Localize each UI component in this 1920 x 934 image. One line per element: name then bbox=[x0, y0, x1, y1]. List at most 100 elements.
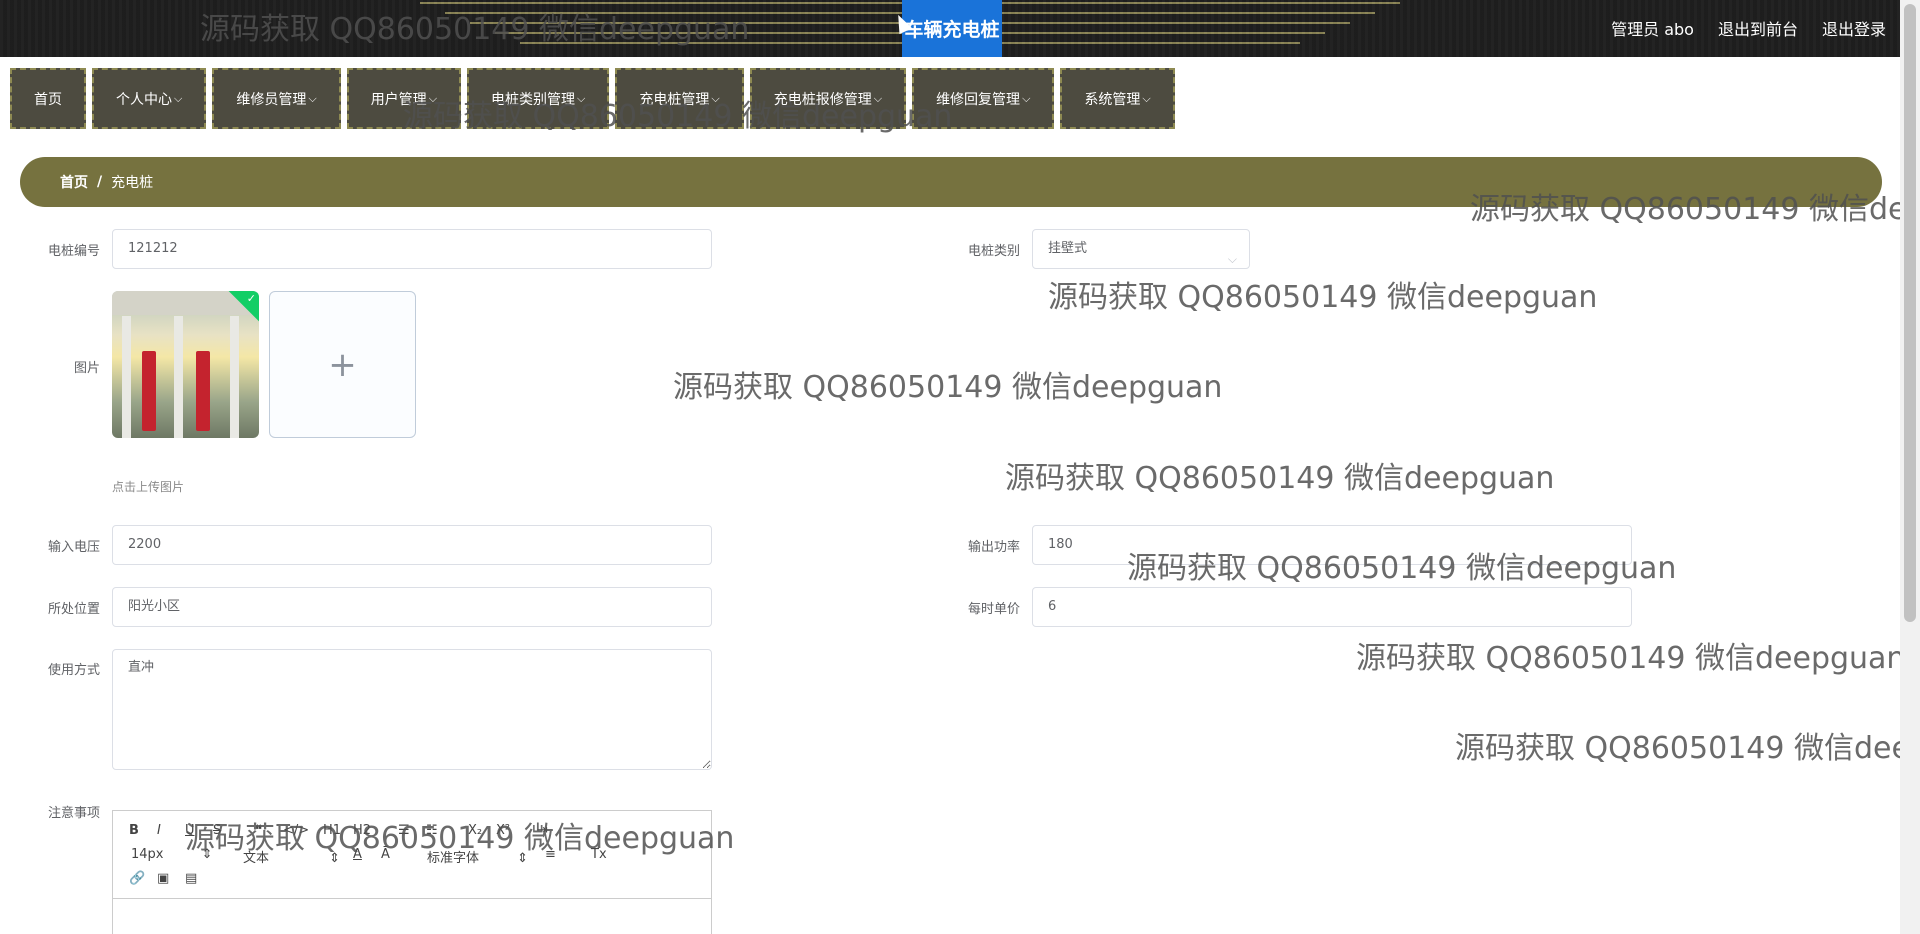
notes-label: 注意事项 bbox=[47, 806, 100, 821]
image-label: 图片 bbox=[73, 361, 100, 376]
chevron-down-icon: ⌵ bbox=[428, 91, 438, 105]
location-label: 所处位置 bbox=[47, 602, 100, 617]
align-button[interactable]: ≡ bbox=[545, 847, 556, 862]
watermark: 源码获取 QQ86050149 微信deepguan bbox=[673, 370, 1223, 405]
underline-button[interactable]: U bbox=[185, 823, 195, 838]
font-size-select[interactable]: 14px ⇕ bbox=[131, 847, 213, 862]
unit-price-label: 每时单价 bbox=[967, 602, 1020, 617]
nav-label: 首页 bbox=[34, 91, 62, 108]
font-family-value: 标准字体 bbox=[427, 851, 480, 866]
unit-price-input[interactable]: 6 bbox=[1032, 587, 1632, 627]
app-title: 车辆充电桩 bbox=[904, 19, 1000, 41]
chevron-down-icon: ⌵ bbox=[1227, 252, 1237, 266]
background-color-button[interactable]: Ā bbox=[381, 847, 390, 862]
nav-personal-center[interactable]: 个人中心 ⌵ bbox=[92, 68, 207, 129]
chevron-down-icon: ⌵ bbox=[577, 91, 586, 105]
rich-text-editor: B I U S ❝ </> H1 H2 ☰ ☷ X₂ X² ⇥ 14px ⇕ 文… bbox=[112, 810, 712, 934]
pile-type-select[interactable]: 挂壁式 ⌵ bbox=[1032, 229, 1250, 269]
upload-hint: 点击上传图片 bbox=[112, 480, 185, 494]
nav-pile-category-management[interactable]: 电桩类别管理 ⌵ bbox=[467, 68, 610, 129]
nav-label: 维修员管理 bbox=[236, 91, 307, 108]
pile-type-value: 挂壁式 bbox=[1048, 241, 1088, 256]
breadcrumb-separator: / bbox=[97, 174, 103, 190]
top-header: 车辆充电桩 管理员 abo 退出到前台 退出登录 bbox=[0, 0, 1900, 57]
image-content bbox=[230, 316, 239, 438]
chevron-down-icon: ⌵ bbox=[174, 91, 183, 105]
breadcrumb-current: 充电桩 bbox=[111, 175, 154, 191]
font-family-select[interactable]: 标准字体 ⇕ bbox=[427, 847, 528, 866]
indent-button[interactable]: ⇥ bbox=[537, 823, 548, 838]
font-color-button[interactable]: A bbox=[353, 847, 362, 862]
pile-type-label: 电桩类别 bbox=[967, 244, 1020, 259]
h1-button[interactable]: H1 bbox=[323, 823, 341, 838]
code-block-button[interactable]: </> bbox=[283, 823, 309, 838]
nav-home[interactable]: 首页 bbox=[10, 68, 86, 129]
image-content bbox=[122, 316, 131, 438]
nav-charging-pile-management[interactable]: 充电桩管理 ⌵ bbox=[615, 68, 744, 129]
watermark: 源码获取 QQ86050149 微信deepguan bbox=[1048, 280, 1598, 315]
chevron-down-icon: ⌵ bbox=[711, 91, 720, 105]
usage-label: 使用方式 bbox=[47, 663, 100, 678]
chevron-updown-icon: ⇕ bbox=[201, 847, 213, 862]
video-button[interactable]: ▤ bbox=[185, 871, 197, 886]
nav-repair-report-management[interactable]: 充电桩报修管理 ⌵ bbox=[749, 68, 907, 129]
nav-label: 维修回复管理 bbox=[936, 91, 1021, 108]
uploaded-image[interactable]: ✓ bbox=[112, 291, 259, 438]
location-input[interactable]: 阳光小区 bbox=[112, 587, 712, 627]
to-front-link[interactable]: 退出到前台 bbox=[1718, 16, 1798, 40]
italic-button[interactable]: I bbox=[157, 823, 161, 838]
block-format-value: 文本 bbox=[243, 851, 270, 866]
nav-label: 系统管理 bbox=[1084, 91, 1141, 108]
chevron-down-icon: ⌵ bbox=[873, 91, 883, 105]
link-button[interactable]: 🔗 bbox=[129, 871, 145, 886]
breadcrumb: 首页 / 充电桩 bbox=[20, 157, 1882, 207]
superscript-button[interactable]: X² bbox=[496, 823, 510, 838]
clear-format-button[interactable]: Tx bbox=[591, 847, 607, 862]
image-content bbox=[196, 351, 210, 431]
nav-system-management[interactable]: 系统管理 ⌵ bbox=[1060, 68, 1175, 129]
nav-user-management[interactable]: 用户管理 ⌵ bbox=[346, 68, 462, 129]
chevron-down-icon: ⌵ bbox=[308, 91, 317, 105]
image-content bbox=[142, 351, 156, 431]
main-nav: 首页 个人中心 ⌵ 维修员管理 ⌵ 用户管理 ⌵ 电桩类别管理 ⌵ 充电桩管理 ⌵ 充电桩… bbox=[10, 68, 1175, 129]
breadcrumb-home[interactable]: 首页 bbox=[60, 172, 88, 192]
chevron-down-icon: ⌵ bbox=[1022, 91, 1031, 105]
input-voltage-input[interactable]: 2200 bbox=[112, 525, 712, 565]
pile-no-input[interactable]: 121212 bbox=[112, 229, 712, 269]
app-title-box: 车辆充电桩 bbox=[902, 0, 1002, 57]
header-actions: 管理员 abo 退出到前台 退出登录 bbox=[1611, 0, 1886, 55]
blockquote-button[interactable]: ❝ bbox=[255, 823, 262, 838]
logout-link[interactable]: 退出登录 bbox=[1822, 16, 1886, 40]
image-button[interactable]: ▣ bbox=[157, 871, 169, 886]
watermark: 源码获取 QQ86050149 微信deepguan bbox=[1005, 461, 1555, 496]
subscript-button[interactable]: X₂ bbox=[468, 823, 482, 838]
usage-textarea[interactable]: 直冲 bbox=[112, 649, 712, 770]
watermark: 源码获取 QQ86050149 微信deepguan bbox=[1455, 731, 1920, 766]
scrollbar-thumb[interactable] bbox=[1904, 4, 1916, 622]
nav-repair-reply-management[interactable]: 维修回复管理 ⌵ bbox=[912, 68, 1055, 129]
nav-label: 个人中心 bbox=[116, 91, 172, 108]
nav-label: 用户管理 bbox=[370, 91, 427, 108]
nav-label: 电桩类别管理 bbox=[491, 91, 576, 108]
nav-repairman-management[interactable]: 维修员管理 ⌵ bbox=[212, 68, 341, 129]
input-voltage-label: 输入电压 bbox=[47, 540, 100, 555]
nav-label: 充电桩管理 bbox=[639, 91, 710, 108]
editor-toolbar: B I U S ❝ </> H1 H2 ☰ ☷ X₂ X² ⇥ 14px ⇕ 文… bbox=[113, 811, 711, 899]
chevron-updown-icon: ⇕ bbox=[517, 851, 529, 866]
image-content bbox=[174, 316, 183, 438]
block-format-select[interactable]: 文本 ⇕ bbox=[243, 847, 340, 866]
chevron-down-icon: ⌵ bbox=[1142, 91, 1151, 105]
output-power-input[interactable]: 180 bbox=[1032, 525, 1632, 565]
bullet-list-button[interactable]: ☷ bbox=[426, 823, 438, 838]
image-upload-button[interactable]: + bbox=[269, 291, 416, 438]
strike-button[interactable]: S bbox=[213, 823, 221, 838]
plus-icon: + bbox=[328, 344, 357, 385]
output-power-label: 输出功率 bbox=[967, 540, 1020, 555]
pile-no-label: 电桩编号 bbox=[47, 244, 100, 259]
h2-button[interactable]: H2 bbox=[353, 823, 371, 838]
page-scrollbar[interactable] bbox=[1900, 0, 1920, 934]
watermark: 源码获取 QQ86050149 微信deepguan bbox=[1356, 641, 1906, 676]
bold-button[interactable]: B bbox=[129, 823, 139, 838]
current-user: 管理员 abo bbox=[1611, 19, 1694, 39]
ordered-list-button[interactable]: ☰ bbox=[398, 823, 410, 838]
